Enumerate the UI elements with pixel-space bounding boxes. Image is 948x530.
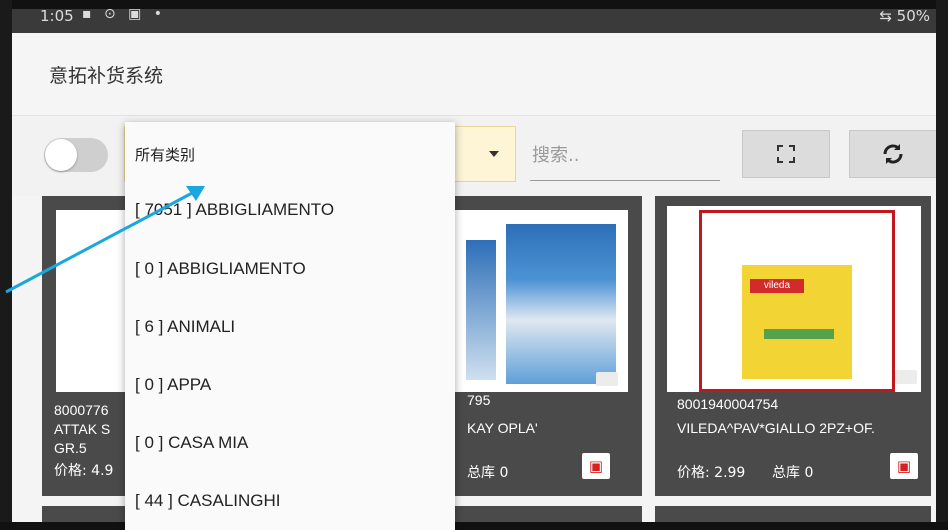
status-bar: 1:05 ▪ ⊙ ▣ • ⇆ 50%	[12, 9, 936, 33]
chevron-down-icon	[489, 151, 499, 157]
dropdown-option[interactable]: [ 0 ] CASA MIA	[125, 413, 455, 471]
scan-frame-icon	[777, 145, 795, 163]
product-card[interactable]: vileda 8001940004754 VILEDA^PAV*GIALLO 2…	[655, 196, 931, 496]
status-battery: ⇆ 50%	[879, 9, 930, 25]
dropdown-option[interactable]: [ 0 ] ABBIGLIAMENTO	[125, 239, 455, 297]
product-stock: 总库 0	[772, 465, 814, 481]
app-title: 意拓补货系统	[49, 65, 164, 87]
app-bar: 意拓补货系统	[12, 33, 936, 116]
cart-icon: ▣	[588, 457, 604, 475]
product-code: 8001940004754	[677, 396, 779, 412]
product-name: VILEDA^PAV*GIALLO 2PZ+OF.	[677, 420, 875, 436]
status-time: 1:05	[40, 9, 74, 25]
search-field[interactable]	[530, 134, 724, 181]
refresh-button[interactable]	[849, 130, 936, 178]
brand-logo: vileda	[750, 279, 804, 293]
status-icons: ▪ ⊙ ▣ •	[82, 9, 167, 22]
product-packshot-secondary	[466, 240, 496, 380]
product-photo-frame: vileda	[699, 210, 895, 392]
product-name-line2: GR.5	[54, 440, 87, 456]
product-code: 795	[467, 392, 491, 408]
dropdown-option[interactable]: [ 7051 ] ABBIGLIAMENTO	[125, 180, 455, 238]
toggle-knob	[45, 139, 77, 171]
mop-graphic	[764, 329, 834, 339]
cart-icon: ▣	[896, 457, 912, 475]
dropdown-option[interactable]: [ 0 ] APPA	[125, 355, 455, 413]
product-packshot: vileda	[742, 265, 852, 379]
product-packshot	[506, 224, 616, 384]
mode-toggle[interactable]	[44, 138, 108, 172]
device-bezel-top	[0, 0, 948, 9]
product-price: 价格: 4.9	[54, 463, 114, 479]
product-code: 8000776	[54, 402, 109, 418]
scan-button[interactable]	[742, 130, 830, 178]
device-bezel-right	[936, 0, 948, 530]
add-to-cart-button[interactable]: ▣	[890, 453, 918, 479]
device-bezel-left	[0, 0, 12, 530]
product-price: 价格: 2.99	[677, 465, 746, 481]
product-card[interactable]	[655, 506, 931, 522]
image-badge	[596, 372, 618, 386]
product-name: ATTAK S	[54, 421, 111, 437]
add-to-cart-button[interactable]: ▣	[582, 453, 610, 479]
refresh-icon	[883, 144, 903, 164]
category-dropdown-list: 所有类别 [ 7051 ] ABBIGLIAMENTO [ 0 ] ABBIGL…	[125, 122, 455, 530]
dropdown-option[interactable]: 所有类别	[125, 122, 455, 180]
dropdown-option[interactable]: [ 44 ] CASALINGHI	[125, 471, 455, 529]
image-badge	[895, 370, 917, 384]
product-image: vileda	[667, 206, 921, 392]
search-input[interactable]	[530, 134, 724, 176]
product-stock: 总库 0	[467, 465, 509, 481]
product-name: KAY OPLA'	[467, 420, 538, 436]
dropdown-option[interactable]: [ 6 ] ANIMALI	[125, 297, 455, 355]
